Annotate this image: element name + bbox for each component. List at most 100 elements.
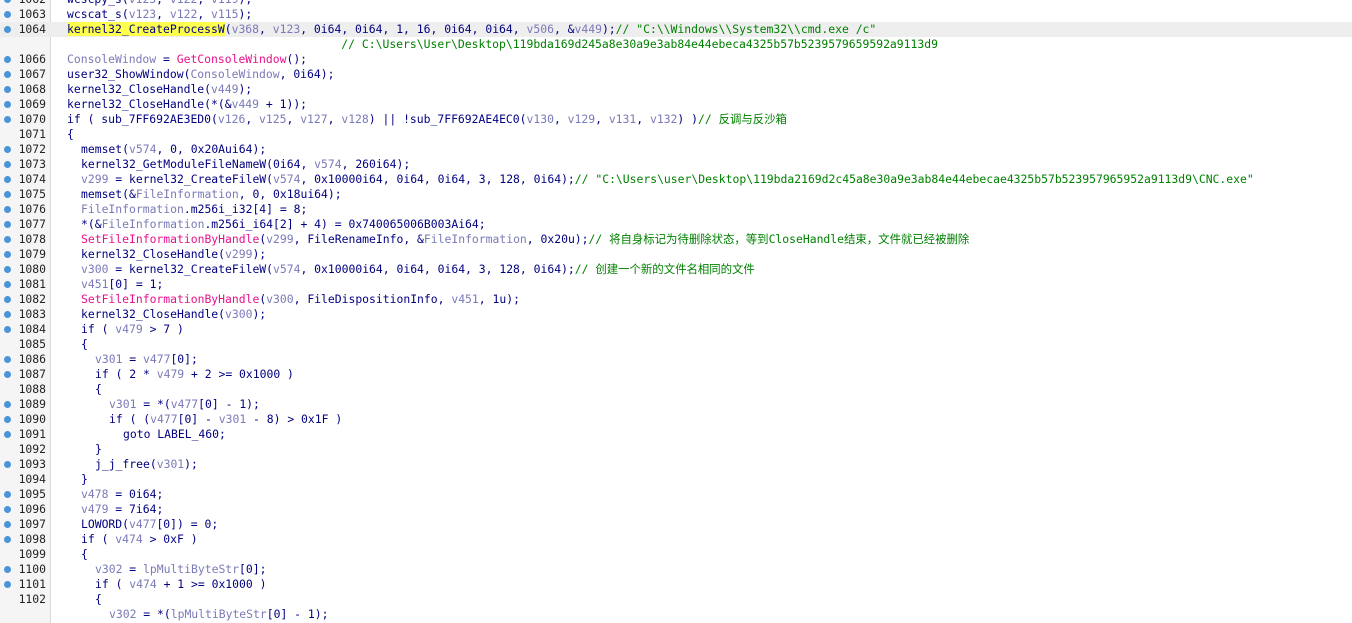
variable-token[interactable]: v122 — [170, 0, 197, 6]
code-text[interactable]: v301 = v477[0]; — [95, 352, 198, 367]
code-line[interactable]: 1088 { — [0, 382, 1352, 397]
code-text[interactable]: v302 = lpMultiByteStr[0]; — [95, 562, 266, 577]
code-line[interactable]: 1095 v478 = 0i64; — [0, 487, 1352, 502]
code-text[interactable]: { — [95, 592, 102, 607]
variable-token[interactable]: v478 — [81, 487, 108, 501]
variable-token[interactable]: v126 — [218, 112, 245, 126]
code-line[interactable]: 1098 if ( v474 > 0xF ) — [0, 532, 1352, 547]
variable-token[interactable]: v301 — [109, 397, 136, 411]
code-text[interactable]: *(&FileInformation.m256i_i64[2] + 4) = 0… — [81, 217, 486, 232]
variable-token[interactable]: v300 — [81, 262, 108, 276]
code-line[interactable]: 1071 { — [0, 127, 1352, 142]
variable-token[interactable]: FileInformation — [136, 187, 239, 201]
code-text[interactable]: { — [81, 337, 88, 352]
variable-token[interactable]: v123 — [129, 7, 156, 21]
variable-token[interactable]: v123 — [273, 22, 300, 36]
variable-token[interactable]: v574 — [314, 157, 341, 171]
variable-token[interactable]: v122 — [170, 7, 197, 21]
code-text[interactable]: SetFileInformationByHandle(v300, FileDis… — [81, 292, 520, 307]
code-text[interactable]: memset(&FileInformation, 0, 0x18ui64); — [81, 187, 342, 202]
code-line[interactable]: 1070 if ( sub_7FF692AE3ED0(v126, v125, v1… — [0, 112, 1352, 127]
code-text[interactable]: wcscpy_s(v123, v122, v119); — [67, 0, 252, 7]
variable-token[interactable]: v574 — [273, 262, 300, 276]
code-line[interactable]: 1066 ConsoleWindow = GetConsoleWindow(); — [0, 52, 1352, 67]
code-text[interactable]: { — [95, 382, 102, 397]
code-text[interactable]: kernel32_GetModuleFileNameW(0i64, v574, … — [81, 157, 410, 172]
code-line[interactable]: 1064 kernel32_CreateProcessW(v368, v123, … — [0, 22, 1352, 37]
variable-token[interactable]: v301 — [219, 412, 246, 426]
code-text[interactable]: v479 = 7i64; — [81, 502, 163, 517]
code-line[interactable]: 1085 { — [0, 337, 1352, 352]
variable-token[interactable]: ConsoleWindow — [190, 67, 279, 81]
code-line[interactable]: 1074 v299 = kernel32_CreateFileW(v574, 0x… — [0, 172, 1352, 187]
pseudocode-view[interactable]: 1062wcscpy_s(v123, v122, v119);1063wcsca… — [0, 0, 1352, 623]
code-line[interactable]: 1063 wcscat_s(v123, v122, v115); — [0, 7, 1352, 22]
variable-token[interactable]: v451 — [451, 292, 478, 306]
variable-token[interactable]: v302 — [109, 607, 136, 621]
variable-token[interactable]: FileInformation — [81, 202, 184, 216]
code-text[interactable]: user32_ShowWindow(ConsoleWindow, 0i64); — [67, 67, 334, 82]
variable-token[interactable]: v449 — [211, 82, 238, 96]
variable-token[interactable]: v479 — [81, 502, 108, 516]
variable-token[interactable]: v477 — [150, 412, 177, 426]
variable-token[interactable]: lpMultiByteStr — [143, 562, 239, 576]
code-text[interactable]: if ( v474 > 0xF ) — [81, 532, 198, 547]
variable-token[interactable]: v449 — [575, 22, 602, 36]
import-token[interactable]: SetFileInformationByHandle — [81, 232, 259, 246]
variable-token[interactable]: v479 — [115, 322, 142, 336]
code-text[interactable]: v301 = *(v477[0] - 1); — [109, 397, 260, 412]
code-line[interactable]: 1062 wcscpy_s(v123, v122, v119); — [0, 0, 1352, 7]
code-line[interactable]: 1073 kernel32_GetModuleFileNameW(0i64, v5… — [0, 157, 1352, 172]
code-line[interactable]: 1086 v301 = v477[0]; — [0, 352, 1352, 367]
variable-token[interactable]: v125 — [259, 112, 286, 126]
code-line[interactable]: 1096 v479 = 7i64; — [0, 502, 1352, 517]
code-line[interactable]: 1094} — [0, 472, 1352, 487]
variable-token[interactable]: v449 — [232, 97, 259, 111]
code-line[interactable]: 1102 { — [0, 592, 1352, 607]
code-line[interactable]: 1099 { — [0, 547, 1352, 562]
code-line[interactable]: 1080 v300 = kernel32_CreateFileW(v574, 0x… — [0, 262, 1352, 277]
code-line[interactable]: 1077 *(&FileInformation.m256i_i64[2] + 4)… — [0, 217, 1352, 232]
code-text[interactable]: // C:\Users\User\Desktop\119bda169d245a8… — [67, 37, 938, 52]
variable-token[interactable]: v477 — [171, 397, 198, 411]
code-text[interactable]: kernel32_CloseHandle(v299); — [81, 247, 266, 262]
code-text[interactable]: if ( v474 + 1 >= 0x1000 ) — [95, 577, 266, 592]
variable-token[interactable]: v132 — [650, 112, 677, 126]
code-text[interactable]: LOWORD(v477[0]) = 0; — [81, 517, 218, 532]
variable-token[interactable]: v574 — [273, 172, 300, 186]
code-text[interactable]: SetFileInformationByHandle(v299, FileRen… — [81, 232, 969, 247]
variable-token[interactable]: v123 — [129, 0, 156, 6]
selected-identifier[interactable]: kernel32_CreateProcessW — [67, 22, 225, 36]
code-text[interactable]: FileInformation.m256i_i32[4] = 8; — [81, 202, 307, 217]
code-line[interactable]: 1072 memset(v574, 0, 0x20Aui64); — [0, 142, 1352, 157]
variable-token[interactable]: v506 — [527, 22, 554, 36]
code-line[interactable]: 1091 goto LABEL_460; — [0, 427, 1352, 442]
code-text[interactable]: j_j_free(v301); — [95, 457, 198, 472]
code-text[interactable]: } — [81, 472, 88, 487]
code-line[interactable]: 1069 kernel32_CloseHandle(*(&v449 + 1)); — [0, 97, 1352, 112]
variable-token[interactable]: v368 — [232, 22, 259, 36]
variable-token[interactable]: v474 — [129, 577, 156, 591]
code-text[interactable]: kernel32_CreateProcessW(v368, v123, 0i64… — [67, 22, 876, 37]
code-line[interactable]: 1087 if ( 2 * v479 + 2 >= 0x1000 ) — [0, 367, 1352, 382]
variable-token[interactable]: v300 — [266, 292, 293, 306]
code-line[interactable]: // C:\Users\User\Desktop\119bda169d245a8… — [0, 37, 1352, 52]
code-text[interactable]: v300 = kernel32_CreateFileW(v574, 0x1000… — [81, 262, 755, 277]
code-line[interactable]: 1092} — [0, 442, 1352, 457]
variable-token[interactable]: v300 — [225, 307, 252, 321]
code-line[interactable]: 1068 kernel32_CloseHandle(v449); — [0, 82, 1352, 97]
variable-token[interactable]: v574 — [129, 142, 156, 156]
code-text[interactable]: goto LABEL_460; — [123, 427, 226, 442]
code-line[interactable]: v302 = *(lpMultiByteStr[0] - 1); — [0, 607, 1352, 622]
code-text[interactable]: wcscat_s(v123, v122, v115); — [67, 7, 252, 22]
code-text[interactable]: memset(v574, 0, 0x20Aui64); — [81, 142, 266, 157]
code-line[interactable]: 1067 user32_ShowWindow(ConsoleWindow, 0i6… — [0, 67, 1352, 82]
variable-token[interactable]: v477 — [129, 517, 156, 531]
code-line[interactable]: 1093 j_j_free(v301); — [0, 457, 1352, 472]
variable-token[interactable]: v474 — [115, 532, 142, 546]
variable-token[interactable]: v128 — [341, 112, 368, 126]
code-line[interactable]: 1082 SetFileInformationByHandle(v300, Fil… — [0, 292, 1352, 307]
code-line[interactable]: 1076 FileInformation.m256i_i32[4] = 8; — [0, 202, 1352, 217]
variable-token[interactable]: v479 — [157, 367, 184, 381]
code-text[interactable]: v302 = *(lpMultiByteStr[0] - 1); — [109, 607, 328, 622]
